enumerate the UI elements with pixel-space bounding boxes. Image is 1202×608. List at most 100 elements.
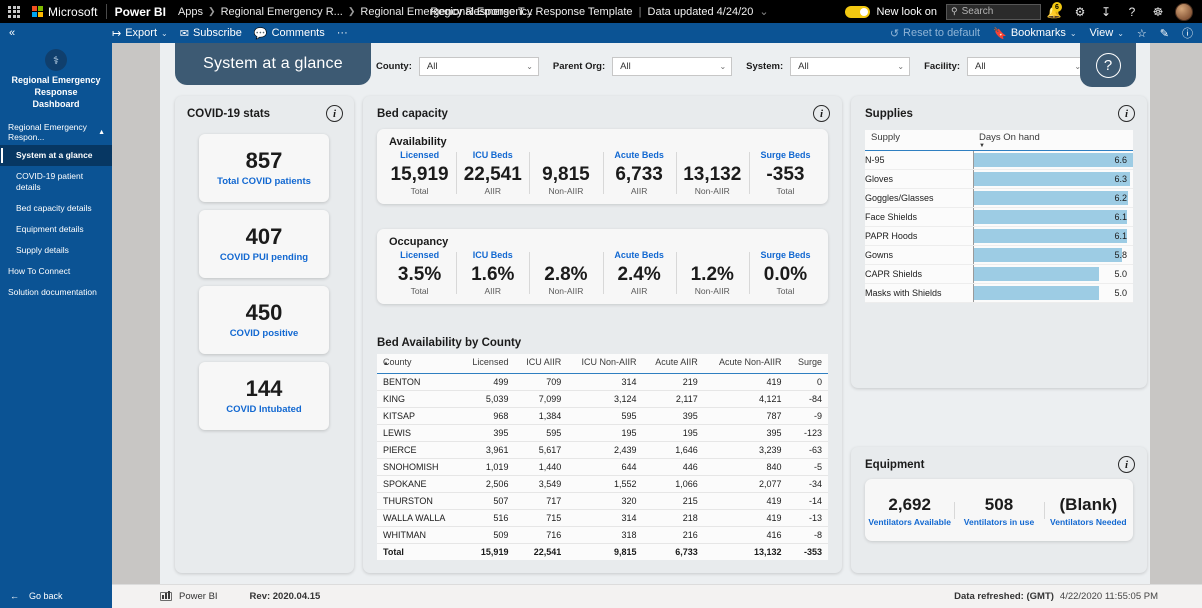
table-row[interactable]: SNOHOMISH 1,019 1,440 644 446 840 -5 (377, 458, 828, 476)
list-item[interactable]: CAPR Shields 5.0 (865, 264, 1133, 284)
table-row[interactable]: THURSTON 507 717 320 215 419 -14 (377, 492, 828, 510)
cell-icu-aiir: 595 (514, 424, 568, 442)
slicer-county-label: County: (376, 60, 412, 72)
view-button[interactable]: View ⌄ (1090, 27, 1124, 39)
help-icon[interactable]: ? (1119, 0, 1145, 23)
data-updated-label[interactable]: Data updated 4/24/20 (648, 6, 754, 18)
slicer-system-dropdown[interactable]: All ⌄ (790, 56, 911, 76)
cell-county: LEWIS (377, 424, 461, 442)
chevron-down-icon: ⌄ (719, 61, 727, 71)
breadcrumb-item-apps[interactable]: Apps (178, 6, 203, 18)
availability-metric-icu-aiir: ICU Beds 22,541 AIIR (456, 150, 529, 196)
cell-county: BENTON (377, 373, 461, 391)
search-input[interactable]: ⚲ Search (946, 3, 1041, 20)
kpi-covid-pui-pending[interactable]: 407 COVID PUI pending (199, 210, 329, 278)
power-bi-home-link[interactable]: Power BI (115, 5, 166, 19)
column-header-supply[interactable]: Supply (865, 130, 973, 151)
table-row[interactable]: KING 5,039 7,099 3,124 2,117 4,121 -84 (377, 390, 828, 408)
column-header-days-on-hand[interactable]: Days On hand ▼ (973, 130, 1133, 151)
cell-surge: -8 (787, 526, 828, 544)
kpi-covid-positive[interactable]: 450 COVID positive (199, 286, 329, 354)
list-item[interactable]: Gowns 5.8 (865, 245, 1133, 265)
go-back-button[interactable]: ← Go back (0, 584, 112, 608)
slicer-facility-dropdown[interactable]: All ⌄ (967, 56, 1088, 76)
sidebar-item-bed-capacity-details[interactable]: Bed capacity details (0, 198, 112, 219)
list-item[interactable]: Face Shields 6.1 (865, 207, 1133, 227)
table-row[interactable]: BENTON 499 709 314 219 419 0 (377, 373, 828, 391)
info-icon[interactable]: i (1118, 456, 1135, 473)
table-row[interactable]: SPOKANE 2,506 3,549 1,552 1,066 2,077 -3… (377, 475, 828, 493)
list-item[interactable]: Gloves 6.3 (865, 169, 1133, 189)
info-icon[interactable]: i (326, 105, 343, 122)
gear-icon[interactable]: ⚙ (1067, 0, 1093, 23)
cell-icu-aiir: 709 (514, 373, 568, 391)
reset-to-default-button[interactable]: ↺ Reset to default (890, 27, 980, 40)
list-item[interactable]: Goggles/Glasses 6.2 (865, 188, 1133, 208)
sidebar-item-solution-documentation[interactable]: Solution documentation (0, 282, 112, 303)
info-circle-icon[interactable]: ⓘ (1182, 25, 1193, 41)
bed-availability-by-county-table[interactable]: County ▲ Licensed ICU AIIR ICU Non-AIIR … (377, 354, 828, 560)
kpi-covid-intubated[interactable]: 144 COVID Intubated (199, 362, 329, 430)
county-table-title: Bed Availability by County (377, 337, 522, 349)
table-row[interactable]: WHITMAN 509 716 318 216 416 -8 (377, 526, 828, 544)
breadcrumb-item-workspace[interactable]: Regional Emergency R... (221, 6, 343, 18)
cell-surge: -14 (787, 492, 828, 510)
subscribe-button[interactable]: ✉ Subscribe (180, 27, 242, 40)
comments-button[interactable]: 💬 Comments (254, 27, 325, 40)
equipment-metric-ventilators-needed: (Blank) Ventilators Needed (1043, 494, 1133, 527)
new-look-toggle[interactable] (845, 5, 871, 18)
supplies-table[interactable]: Supply Days On hand ▼ N-95 6.6 Gloves 6.… (865, 130, 1133, 303)
ribbon-right-actions: ↺ Reset to default 🔖 Bookmarks ⌄ View ⌄ … (890, 25, 1202, 41)
info-icon[interactable]: i (1118, 105, 1135, 122)
slicer-county-dropdown[interactable]: All ⌄ (418, 56, 539, 76)
column-label: Days On hand (979, 132, 1040, 143)
sidebar-item-equipment-details[interactable]: Equipment details (0, 219, 112, 240)
occupancy-title: Occupancy (389, 236, 449, 248)
table-row[interactable]: KITSAP 968 1,384 595 395 787 -9 (377, 407, 828, 425)
chevron-down-icon[interactable]: ⌄ (759, 6, 768, 18)
cell-acute-non-aiir: 3,239 (703, 441, 788, 459)
more-options-button[interactable]: ··· (337, 27, 348, 39)
list-item[interactable]: PAPR Hoods 6.1 (865, 226, 1133, 246)
table-row[interactable]: WALLA WALLA 516 715 314 218 419 -13 (377, 509, 828, 527)
kpi-total-covid-patients[interactable]: 857 Total COVID patients (199, 134, 329, 202)
column-header-licensed[interactable]: Licensed (460, 354, 515, 374)
sidebar-group-header[interactable]: Regional Emergency Respon... ▲ (0, 119, 112, 145)
list-item[interactable]: N-95 6.6 (865, 150, 1133, 170)
column-header-acute-aiir[interactable]: Acute AIIR (642, 354, 704, 374)
availability-metric-acute-non-aiir: . 13,132 Non-AIIR (675, 150, 749, 196)
bar-value-label: 5.0 (1114, 269, 1127, 279)
microsoft-logo[interactable]: Microsoft (28, 5, 98, 19)
table-row[interactable]: PIERCE 3,961 5,617 2,439 1,646 3,239 -63 (377, 441, 828, 459)
sidebar-item-supply-details[interactable]: Supply details (0, 240, 112, 261)
kpi-label: COVID Intubated (226, 404, 302, 415)
slicer-parent-org-dropdown[interactable]: All ⌄ (612, 56, 733, 76)
bell-icon[interactable]: 🔔 6 (1041, 0, 1067, 23)
sidebar-group-label: Regional Emergency Respon... (8, 122, 87, 142)
column-header-county[interactable]: County ▲ (377, 354, 461, 374)
bookmarks-button[interactable]: 🔖 Bookmarks ⌄ (993, 27, 1076, 40)
download-icon[interactable]: ↧ (1093, 0, 1119, 23)
info-icon[interactable]: i (813, 105, 830, 122)
waffle-grid-icon[interactable] (0, 5, 28, 18)
globe-icon[interactable]: ☸ (1145, 0, 1171, 23)
double-chevron-left-icon[interactable]: « (0, 27, 24, 39)
star-icon[interactable]: ☆ (1137, 27, 1147, 40)
column-header-surge[interactable]: Surge (787, 354, 828, 374)
supply-name: Goggles/Glasses (865, 188, 973, 208)
sidebar-item-system-at-a-glance[interactable]: System at a glance (0, 145, 112, 166)
cell-surge: -63 (787, 441, 828, 459)
column-header-acute-non-aiir[interactable]: Acute Non-AIIR (703, 354, 788, 374)
pencil-icon[interactable]: ✎ (1160, 27, 1169, 40)
export-button[interactable]: ↦ Export ⌄ (112, 27, 168, 40)
list-item[interactable]: Masks with Shields 5.0 (865, 283, 1133, 303)
avatar[interactable] (1175, 2, 1193, 21)
arrow-left-icon: ← (10, 591, 19, 601)
column-header-icu-aiir[interactable]: ICU AIIR (514, 354, 568, 374)
question-mark-icon[interactable]: ? (1095, 52, 1121, 78)
table-row[interactable]: LEWIS 395 595 195 195 395 -123 (377, 424, 828, 442)
sidebar-item-how-to-connect[interactable]: How To Connect (0, 261, 112, 282)
column-header-icu-non-aiir[interactable]: ICU Non-AIIR (567, 354, 643, 374)
cell-icu-non-aiir: 314 (567, 373, 643, 391)
sidebar-item-covid-patient-details[interactable]: COVID-19 patient details (0, 166, 112, 198)
